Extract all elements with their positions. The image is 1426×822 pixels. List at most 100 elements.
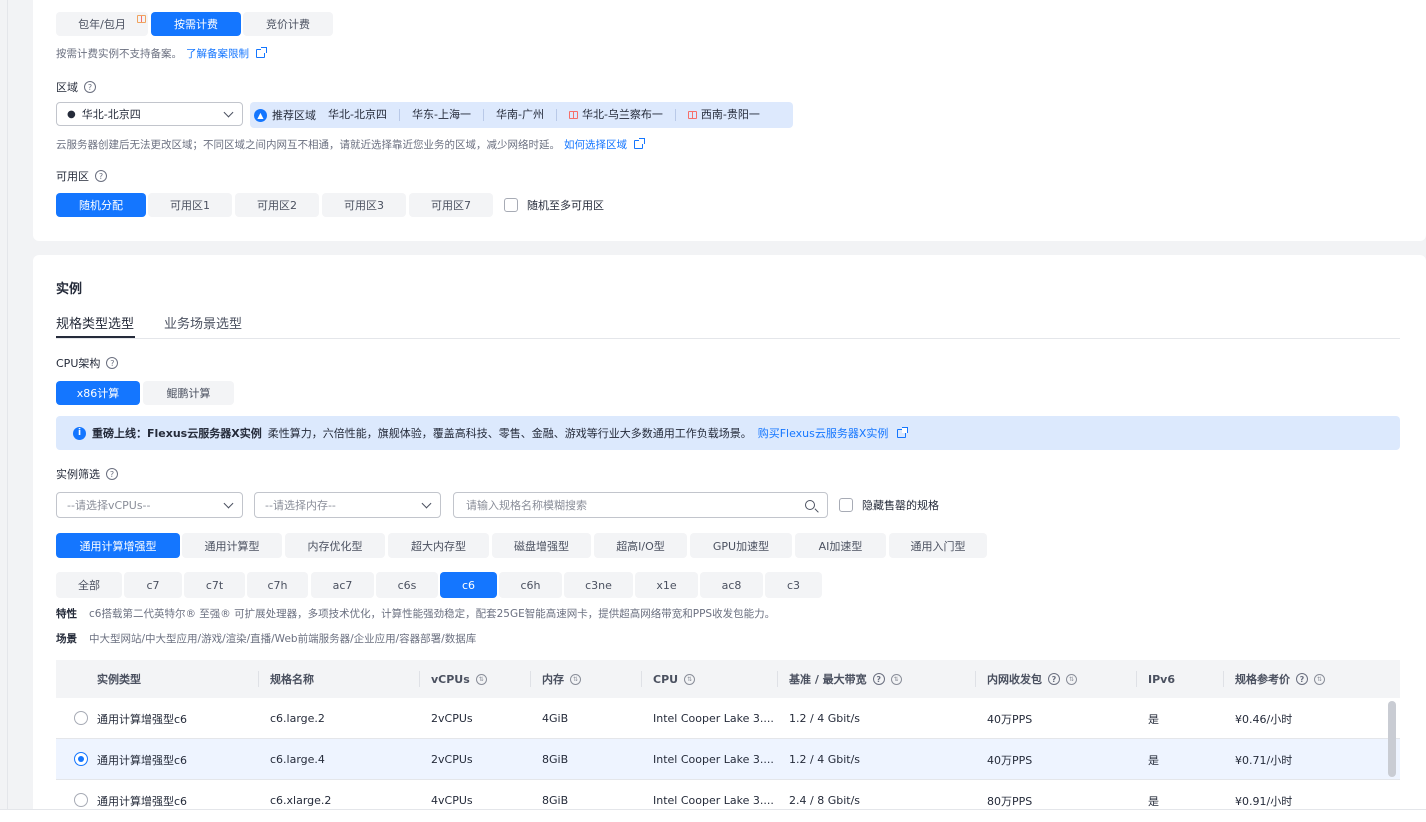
- az-option-random[interactable]: 随机分配: [56, 193, 146, 217]
- category-memory-optimized[interactable]: 内存优化型: [285, 533, 385, 558]
- category-ai[interactable]: AI加速型: [795, 533, 886, 558]
- az-option-3[interactable]: 可用区3: [322, 193, 406, 217]
- category-disk-enhanced[interactable]: 磁盘增强型: [492, 533, 591, 558]
- table-row[interactable]: 通用计算增强型c6 c6.large.4 2vCPUs 8GiB Intel C…: [56, 739, 1400, 780]
- search-icon[interactable]: [805, 500, 815, 510]
- instance-filter-label: 实例筛选?: [56, 466, 118, 482]
- help-icon[interactable]: ?: [106, 357, 119, 369]
- cell-cpu: Intel Cooper Lake 3....: [653, 753, 774, 766]
- instance-section-title: 实例: [56, 282, 83, 297]
- col-spec-name: 规格名称: [258, 660, 314, 698]
- recommended-region-item[interactable]: 西南-贵阳一: [676, 109, 772, 121]
- table-row[interactable]: 通用计算增强型c6 c6.large.2 2vCPUs 4GiB Intel C…: [56, 698, 1400, 739]
- cpu-arch-label: CPU架构?: [56, 355, 119, 371]
- location-pin-icon: ●: [67, 108, 76, 120]
- family-c7[interactable]: c7: [124, 572, 182, 598]
- family-c6h[interactable]: c6h: [499, 572, 562, 598]
- cpu-arch-x86[interactable]: x86计算: [56, 381, 140, 405]
- recommended-region-item[interactable]: 华东-上海一: [400, 109, 484, 121]
- cell-bandwidth: 1.2 / 4 Gbit/s: [789, 753, 861, 766]
- tab-spec-type[interactable]: 规格类型选型: [56, 313, 134, 332]
- hide-soldout-checkbox[interactable]: 隐藏售罄的规格: [839, 497, 939, 513]
- help-icon[interactable]: ?: [872, 673, 885, 685]
- cell-bandwidth: 1.2 / 4 Gbit/s: [789, 712, 861, 725]
- family-c6[interactable]: c6: [440, 572, 497, 598]
- checkbox[interactable]: [839, 498, 853, 512]
- sort-icon[interactable]: ⇅: [475, 673, 487, 685]
- spec-table: 实例类型 规格名称 vCPUs ⇅ 内存 ⇅ CPU ⇅ 基准 / 最大带宽? ⇅ 内网…: [56, 660, 1400, 821]
- family-c3[interactable]: c3: [765, 572, 822, 598]
- az-option-2[interactable]: 可用区2: [235, 193, 319, 217]
- sort-icon[interactable]: ⇅: [890, 673, 902, 685]
- cell-vcpu: 2vCPUs: [431, 712, 473, 725]
- col-memory[interactable]: 内存 ⇅: [530, 660, 581, 698]
- help-icon[interactable]: ?: [1296, 673, 1308, 685]
- az-option-1[interactable]: 可用区1: [148, 193, 232, 217]
- category-general-enhanced[interactable]: 通用计算增强型: [56, 533, 180, 558]
- family-ac7[interactable]: ac7: [311, 572, 374, 598]
- category-high-io[interactable]: 超高I/O型: [594, 533, 687, 558]
- help-icon[interactable]: ?: [1048, 673, 1060, 685]
- cpu-arch-kunpeng[interactable]: 鲲鹏计算: [143, 381, 234, 405]
- sort-icon[interactable]: ⇅: [1314, 673, 1325, 685]
- cell-vcpu: 2vCPUs: [431, 753, 473, 766]
- category-gpu[interactable]: GPU加速型: [690, 533, 792, 558]
- banner-link[interactable]: 购买Flexus云服务器X实例: [758, 425, 889, 441]
- cell-pps: 40万PPS: [987, 753, 1033, 767]
- external-link-icon: [897, 426, 909, 438]
- help-icon[interactable]: ?: [84, 81, 96, 93]
- recommended-region-item[interactable]: 华北-乌兰察布一: [557, 109, 676, 121]
- cell-price: ¥0.71/小时: [1235, 753, 1293, 767]
- family-all[interactable]: 全部: [56, 572, 122, 598]
- thumbs-up-icon: ▲: [254, 108, 267, 122]
- category-entry[interactable]: 通用入门型: [889, 533, 987, 558]
- billing-option-monthly[interactable]: 包年/包月: [56, 12, 148, 36]
- spec-search-input[interactable]: 请输入规格名称模糊搜索: [453, 492, 828, 518]
- col-ipv6: IPv6: [1136, 660, 1175, 698]
- gift-icon: [568, 111, 578, 119]
- billing-note-link[interactable]: 了解备案限制: [186, 46, 249, 61]
- col-price[interactable]: 规格参考价? ⇅: [1223, 660, 1325, 698]
- recommended-region-item[interactable]: 华北-北京四: [328, 109, 400, 121]
- col-vcpus[interactable]: vCPUs ⇅: [419, 660, 487, 698]
- col-bandwidth[interactable]: 基准 / 最大带宽? ⇅: [777, 660, 902, 698]
- col-instance-type: 实例类型: [97, 673, 141, 686]
- cell-price: ¥0.46/小时: [1235, 712, 1293, 726]
- sort-icon[interactable]: ⇅: [570, 673, 581, 685]
- tab-scenario[interactable]: 业务场景选型: [164, 313, 242, 332]
- family-c7t[interactable]: c7t: [184, 572, 245, 598]
- checkbox[interactable]: [504, 198, 518, 212]
- col-pps[interactable]: 内网收发包? ⇅: [975, 660, 1077, 698]
- billing-option-ondemand[interactable]: 按需计费: [151, 12, 241, 36]
- vcpu-select[interactable]: --请选择vCPUs--: [56, 492, 243, 518]
- billing-option-spot[interactable]: 竞价计费: [243, 12, 333, 36]
- family-ac8[interactable]: ac8: [700, 572, 763, 598]
- left-edge: [0, 0, 8, 822]
- cell-pps: 40万PPS: [987, 712, 1033, 726]
- family-x1e[interactable]: x1e: [635, 572, 698, 598]
- row-radio[interactable]: [74, 793, 88, 807]
- help-icon[interactable]: ?: [95, 170, 107, 182]
- col-cpu[interactable]: CPU ⇅: [641, 660, 696, 698]
- row-radio[interactable]: [74, 711, 88, 725]
- region-select[interactable]: ● 华北-北京四: [56, 102, 243, 126]
- cell-ipv6: 是: [1148, 753, 1159, 767]
- category-large-memory[interactable]: 超大内存型: [388, 533, 489, 558]
- family-c3ne[interactable]: c3ne: [564, 572, 633, 598]
- category-general[interactable]: 通用计算型: [182, 533, 282, 558]
- chevron-down-icon: [421, 498, 432, 508]
- help-icon[interactable]: ?: [106, 468, 118, 480]
- az-multi-checkbox[interactable]: 随机至多可用区: [504, 197, 604, 213]
- row-radio[interactable]: [74, 752, 88, 766]
- recommended-region-item[interactable]: 华南-广州: [484, 109, 557, 121]
- table-scrollbar[interactable]: [1388, 701, 1396, 777]
- family-c6s[interactable]: c6s: [376, 572, 438, 598]
- external-link-icon: [256, 47, 267, 58]
- cell-ipv6: 是: [1148, 712, 1159, 726]
- family-c7h[interactable]: c7h: [247, 572, 308, 598]
- sort-icon[interactable]: ⇅: [1066, 673, 1077, 685]
- sort-icon[interactable]: ⇅: [684, 673, 696, 685]
- az-option-7[interactable]: 可用区7: [409, 193, 493, 217]
- memory-select[interactable]: --请选择内存--: [254, 492, 441, 518]
- region-hint-link[interactable]: 如何选择区域: [564, 137, 627, 152]
